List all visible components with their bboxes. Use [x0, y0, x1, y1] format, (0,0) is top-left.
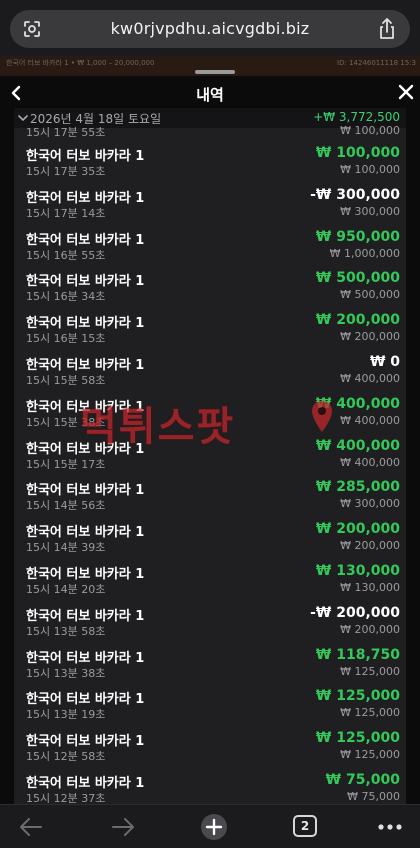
item-bet: ₩ 200,000 — [340, 330, 400, 344]
arrow-left-icon[interactable] — [18, 813, 44, 841]
list-item[interactable]: 한국어 터보 바카라 1 15시 17분 14초 -₩ 300,000 ₩ 300,0… — [14, 184, 406, 226]
list-item[interactable]: 한국어 터보 바카라 1 15시 14분 20초 ₩ 130,000 ₩ 130,00… — [14, 560, 406, 602]
item-game-name: 한국어 터보 바카라 1 — [26, 190, 145, 206]
browser-page: kw0rjvpdhu.aicvgdbi.biz 한국어 터보 바카라 1 • ₩… — [0, 0, 420, 848]
item-bet: ₩ 200,000 — [340, 539, 400, 553]
game-info-left: 한국어 터보 바카라 1 • ₩ 1,000 – 20,000,000 — [6, 59, 155, 67]
url-text[interactable]: kw0rjvpdhu.aicvgdbi.biz — [10, 19, 410, 38]
list-item[interactable]: 한국어 터보 바카라 1 15시 12분 37초 ₩ 75,000 ₩ 75,000 — [14, 769, 406, 804]
arrow-right-icon[interactable] — [110, 813, 136, 841]
item-amount: ₩ 75,000 — [325, 772, 400, 788]
item-time: 15시 16분 34초 — [26, 290, 106, 304]
item-game-name: 한국어 터보 바카라 1 — [26, 483, 145, 499]
item-game-name: 한국어 터보 바카라 1 — [26, 149, 145, 164]
item-game-name: 한국어 터보 바카라 1 — [26, 734, 145, 750]
history-list[interactable]: 2026년 4월 18일 토요일 +₩ 3,772,500 15시 17분 55… — [14, 108, 406, 804]
browser-toolbar: 2 — [0, 804, 420, 848]
item-game-name: 한국어 터보 바카라 1 — [26, 358, 145, 373]
item-game-name: 한국어 터보 바카라 1 — [26, 316, 145, 332]
item-time: 15시 15분 17초 — [26, 457, 106, 471]
item-amount: ₩ 500,000 — [315, 270, 400, 287]
item-time: 15시 14분 39초 — [26, 541, 106, 555]
item-amount: ₩ 130,000 — [315, 563, 400, 579]
close-icon[interactable] — [398, 84, 414, 100]
list-item[interactable]: 한국어 터보 바카라 1 15시 17분 35초 ₩ 100,000 ₩ 100,00… — [14, 142, 406, 184]
item-time: 15시 17분 14초 — [26, 206, 106, 220]
item-bet: ₩ 100,000 — [340, 124, 400, 137]
item-amount: ₩ 100,000 — [315, 145, 400, 161]
day-total: +₩ 3,772,500 — [313, 110, 400, 124]
item-bet: ₩ 300,000 — [340, 497, 400, 511]
item-time: 15시 12분 58초 — [26, 750, 106, 764]
list-item[interactable]: 한국어 터보 바카라 1 15시 16분 34초 ₩ 500,000 ₩ 500,00… — [14, 267, 406, 309]
item-amount: ₩ 200,000 — [315, 312, 400, 329]
list-item[interactable]: 한국어 터보 바카라 1 15시 16분 15초 ₩ 200,000 ₩ 200,00… — [14, 309, 406, 351]
item-amount: -₩ 300,000 — [310, 186, 400, 203]
sheet-drag-handle[interactable] — [195, 70, 235, 74]
item-time: 15시 14분 20초 — [26, 583, 106, 596]
item-time: 15시 13분 19초 — [26, 708, 106, 722]
list-item[interactable]: 한국어 터보 바카라 1 15시 13분 19초 ₩ 125,000 ₩ 125,00… — [14, 685, 406, 727]
item-bet: ₩ 125,000 — [340, 664, 400, 678]
item-bet: ₩ 75,000 — [347, 790, 400, 803]
item-game-name: 한국어 터보 바카라 1 — [26, 608, 145, 624]
item-amount: ₩ 118,750 — [315, 646, 400, 663]
item-amount: ₩ 0 — [369, 354, 400, 370]
item-bet: ₩ 400,000 — [340, 455, 400, 469]
item-time: 15시 17분 55초 — [26, 126, 106, 139]
item-amount: ₩ 125,000 — [315, 730, 400, 747]
map-pin-icon — [312, 401, 332, 432]
item-time: 15시 17분 35초 — [26, 165, 106, 178]
address-bar[interactable]: kw0rjvpdhu.aicvgdbi.biz — [10, 10, 410, 48]
item-amount: -₩ 200,000 — [310, 604, 400, 621]
list-item-partial[interactable]: 15시 17분 55초 ₩ 100,000 — [14, 124, 406, 139]
item-time: 15시 13분 38초 — [26, 666, 106, 680]
item-bet: ₩ 300,000 — [340, 204, 400, 218]
list-item[interactable]: 한국어 터보 바카라 1 15시 15분 58초 ₩ 0 ₩ 400,000 — [14, 351, 406, 393]
list-item[interactable]: 한국어 터보 바카라 1 15시 13분 58초 -₩ 200,000 ₩ 200,0… — [14, 602, 406, 644]
item-amount: ₩ 200,000 — [315, 521, 400, 538]
item-game-name: 한국어 터보 바카라 1 — [26, 650, 145, 666]
chevron-down-icon — [18, 115, 28, 122]
item-amount: ₩ 125,000 — [315, 688, 400, 705]
item-amount: ₩ 950,000 — [315, 228, 400, 245]
item-game-name: 한국어 터보 바카라 1 — [26, 525, 145, 541]
item-bet: ₩ 125,000 — [340, 748, 400, 762]
sheet-title: 내역 — [196, 86, 224, 104]
ellipsis-icon[interactable] — [376, 813, 404, 841]
item-bet: ₩ 100,000 — [340, 163, 400, 176]
plus-icon[interactable] — [198, 813, 230, 841]
item-time: 15시 16분 15초 — [26, 332, 106, 346]
item-game-name: 한국어 터보 바카라 1 — [26, 692, 145, 708]
item-game-name: 한국어 터보 바카라 1 — [26, 776, 145, 791]
list-item[interactable]: 한국어 터보 바카라 1 15시 13분 38초 ₩ 118,750 ₩ 125,00… — [14, 644, 406, 686]
item-time: 15시 12분 37초 — [26, 792, 106, 804]
item-bet: ₩ 1,000,000 — [329, 246, 400, 260]
item-time: 15시 13분 58초 — [26, 624, 106, 638]
address-bar-container: kw0rjvpdhu.aicvgdbi.biz — [0, 0, 420, 58]
item-game-name: 한국어 터보 바카라 1 — [26, 232, 145, 248]
list-item[interactable]: 한국어 터보 바카라 1 15시 12분 58초 ₩ 125,000 ₩ 125,00… — [14, 727, 406, 769]
item-time: 15시 14분 56초 — [26, 499, 106, 513]
item-bet: ₩ 400,000 — [340, 372, 400, 385]
item-amount: ₩ 285,000 — [315, 479, 400, 496]
item-bet: ₩ 200,000 — [340, 622, 400, 636]
list-item[interactable]: 한국어 터보 바카라 1 15시 14분 39초 ₩ 200,000 ₩ 200,00… — [14, 518, 406, 560]
watermark-text: 먹튀스팟 — [80, 404, 236, 450]
tabs-count: 2 — [293, 815, 317, 837]
item-bet: ₩ 500,000 — [340, 288, 400, 302]
item-game-name: 한국어 터보 바카라 1 — [26, 274, 145, 290]
share-icon[interactable] — [378, 18, 396, 40]
game-info-right: ID: 14246011118 15:3 — [337, 59, 416, 67]
watermark: 먹튀스팟 — [80, 394, 350, 450]
item-game-name: 한국어 터보 바카라 1 — [26, 567, 145, 582]
item-bet: ₩ 130,000 — [340, 581, 400, 594]
tabs-icon[interactable]: 2 — [293, 813, 317, 841]
item-bet: ₩ 125,000 — [340, 706, 400, 720]
list-item[interactable]: 한국어 터보 바카라 1 15시 16분 55초 ₩ 950,000 ₩ 1,000,… — [14, 226, 406, 268]
item-time: 15시 15분 58초 — [26, 374, 106, 387]
list-item[interactable]: 한국어 터보 바카라 1 15시 14분 56초 ₩ 285,000 ₩ 300,00… — [14, 476, 406, 518]
sheet-header: 내역 — [0, 78, 420, 108]
item-time: 15시 16분 55초 — [26, 248, 106, 262]
